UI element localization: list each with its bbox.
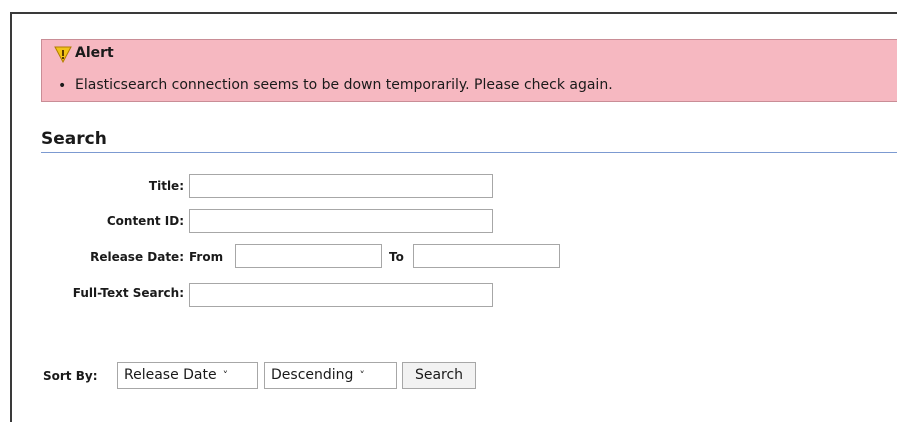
bullet-icon: • xyxy=(58,78,67,94)
section-title: Search xyxy=(41,129,107,149)
sort-order-select[interactable]: Descending ˅ xyxy=(264,362,397,389)
release-date-from-input[interactable] xyxy=(235,244,382,268)
title-input[interactable] xyxy=(189,174,493,198)
title-label: Title: xyxy=(148,179,184,193)
fulltext-label: Full-Text Search: xyxy=(72,286,184,300)
section-divider xyxy=(41,152,897,153)
sort-order-value: Descending xyxy=(271,367,354,383)
to-label: To xyxy=(389,250,404,264)
content-id-label: Content ID: xyxy=(106,214,184,228)
fulltext-search-input[interactable] xyxy=(189,283,493,307)
warning-icon xyxy=(54,45,72,64)
alert-box: Alert • Elasticsearch connection seems t… xyxy=(41,39,897,102)
content-id-input[interactable] xyxy=(189,209,493,233)
release-date-label: Release Date: xyxy=(90,250,184,264)
sort-by-label: Sort By: xyxy=(43,369,98,383)
chevron-down-icon: ˅ xyxy=(359,369,365,382)
alert-title: Alert xyxy=(75,45,114,61)
release-date-to-input[interactable] xyxy=(413,244,560,268)
alert-message: Elasticsearch connection seems to be dow… xyxy=(75,77,613,93)
search-button[interactable]: Search xyxy=(402,362,476,389)
chevron-down-icon: ˅ xyxy=(222,369,229,382)
from-label: From xyxy=(189,250,224,264)
sort-field-select[interactable]: Release Date ˅ xyxy=(117,362,258,389)
sort-field-value: Release Date xyxy=(124,367,217,383)
